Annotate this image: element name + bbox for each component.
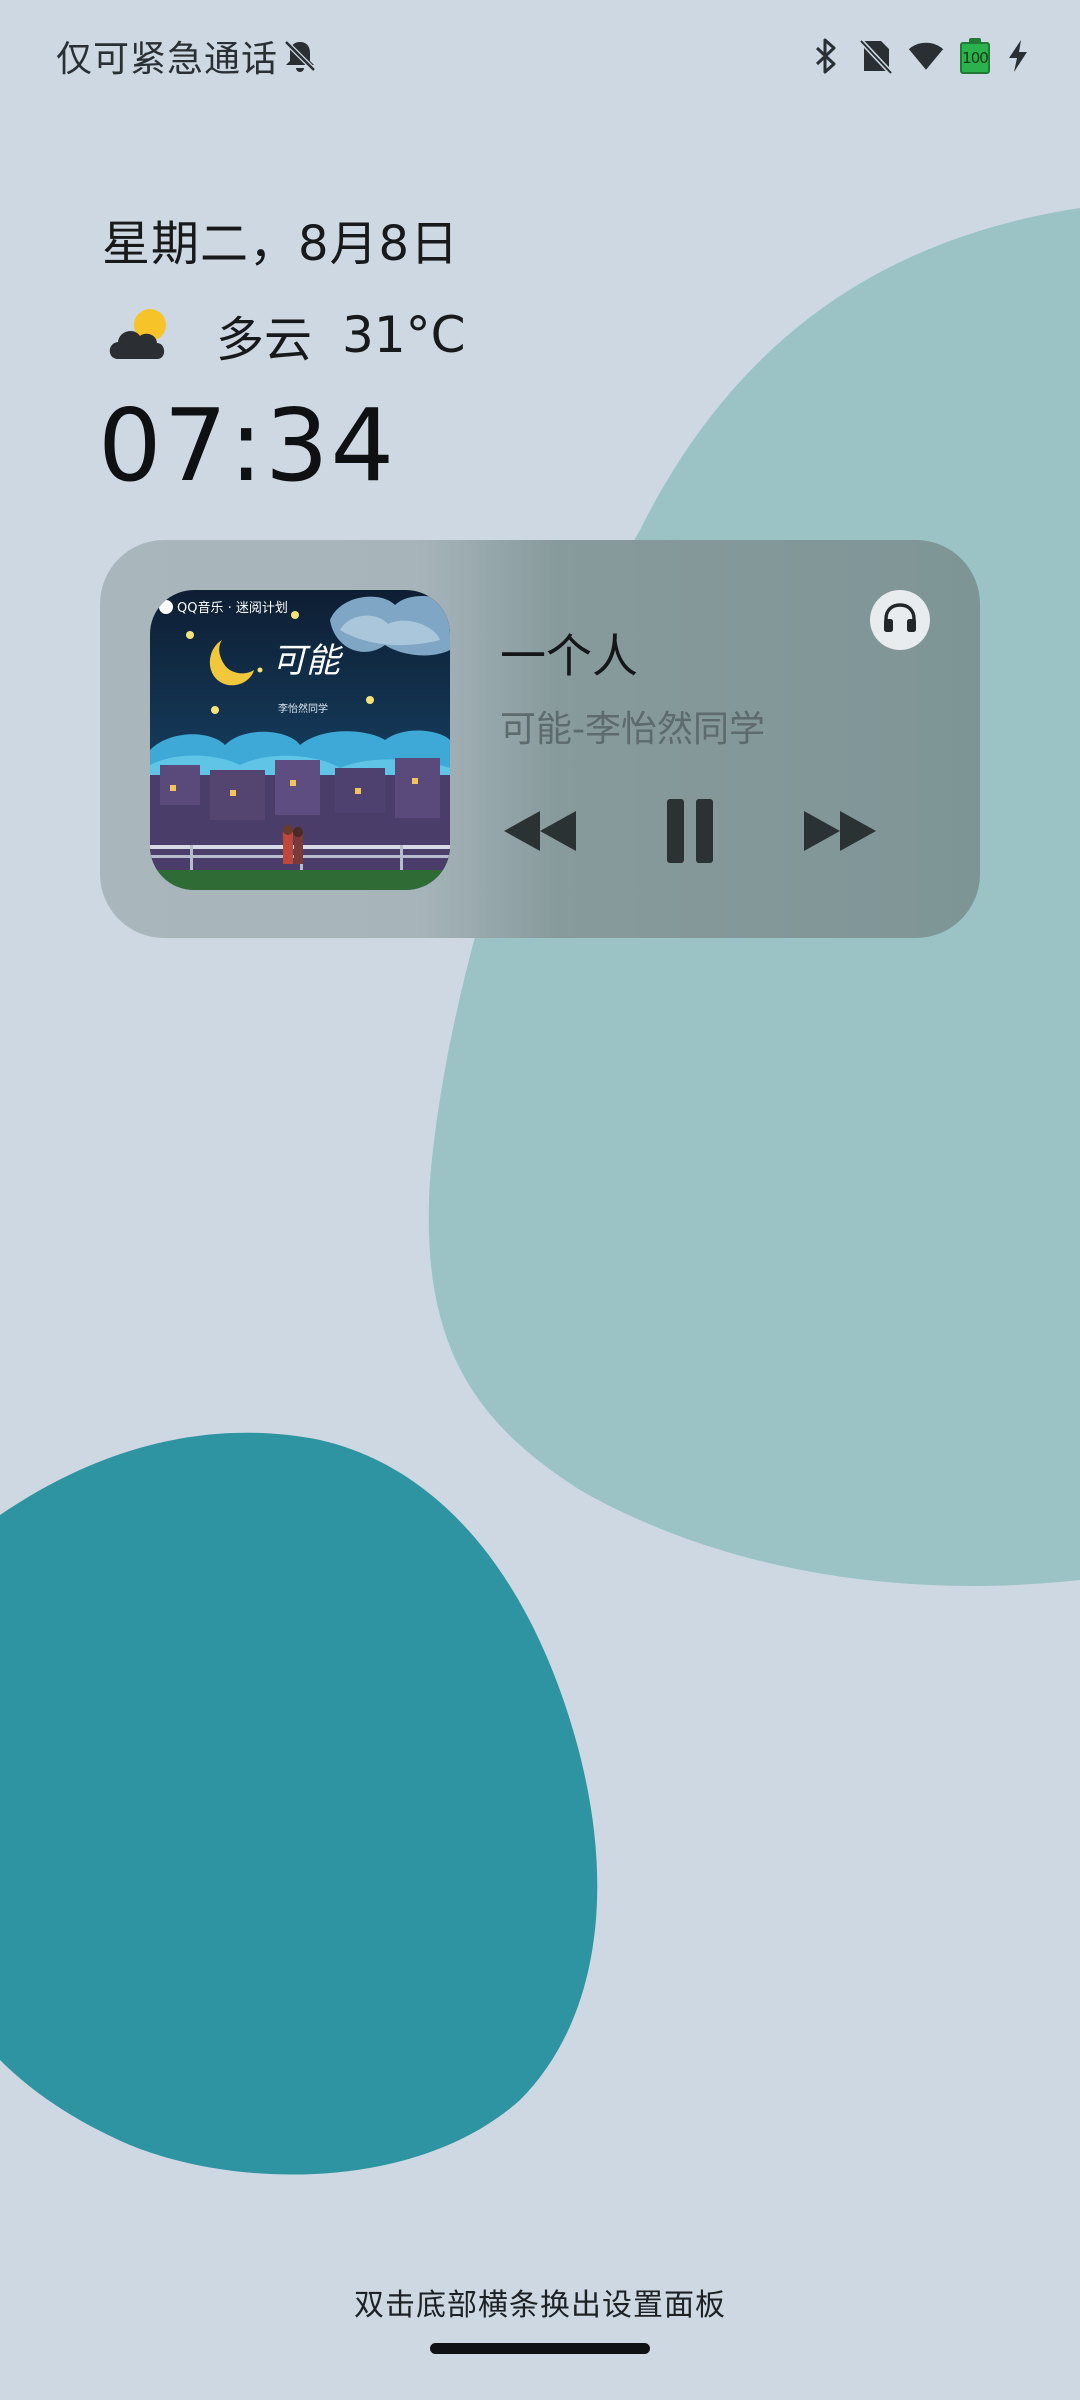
lock-screen: 仅可紧急通话 100 星期二，8月8日 多云 31°C 07:34 QQ音乐 ·… bbox=[0, 0, 1080, 2400]
status-bar: 仅可紧急通话 100 bbox=[0, 0, 1080, 112]
home-indicator-bar[interactable] bbox=[430, 2343, 650, 2354]
bluetooth-icon bbox=[808, 36, 844, 76]
song-subtitle: 可能-李怡然同学 bbox=[500, 709, 765, 750]
audio-output-button[interactable] bbox=[870, 590, 930, 650]
charging-bolt-icon bbox=[1006, 36, 1030, 76]
album-art[interactable]: QQ音乐 · 迷阅计划 可能 李怡然同学 bbox=[150, 590, 450, 890]
battery-icon: 100 bbox=[958, 38, 992, 74]
battery-level: 100 bbox=[960, 42, 990, 74]
mute-bell-icon bbox=[280, 36, 320, 76]
carrier-status-text: 仅可紧急通话 bbox=[56, 39, 279, 80]
music-player-card[interactable]: QQ音乐 · 迷阅计划 可能 李怡然同学 一个人 可能-李怡然同学 bbox=[100, 540, 980, 938]
status-icons: 100 bbox=[808, 34, 1030, 78]
previous-button[interactable] bbox=[500, 798, 580, 868]
album-badge-text: QQ音乐 · 迷阅计划 bbox=[177, 600, 288, 616]
pause-icon bbox=[665, 799, 715, 867]
weather-temperature: 31°C bbox=[342, 306, 466, 364]
album-calligraphy: 可能 bbox=[272, 641, 344, 681]
no-sim-icon bbox=[858, 36, 894, 76]
playback-controls bbox=[500, 798, 900, 868]
next-button[interactable] bbox=[800, 798, 880, 868]
weather-condition: 多云 bbox=[216, 312, 313, 368]
weather-widget[interactable]: 多云 31°C bbox=[104, 300, 466, 370]
wifi-icon bbox=[908, 36, 944, 76]
clock-time: 07:34 bbox=[98, 387, 397, 504]
album-artist-caption: 李怡然同学 bbox=[278, 702, 328, 715]
pause-button[interactable] bbox=[660, 798, 720, 868]
partly-cloudy-icon bbox=[104, 305, 174, 365]
song-title: 一个人 bbox=[500, 629, 638, 683]
date-label: 星期二，8月8日 bbox=[102, 216, 460, 272]
headphones-icon bbox=[882, 602, 918, 638]
bottom-hint-text: 双击底部横条换出设置面板 bbox=[354, 2288, 726, 2323]
wallpaper-blob-dark bbox=[0, 1432, 598, 2175]
fast-forward-icon bbox=[802, 808, 878, 858]
rewind-icon bbox=[502, 808, 578, 858]
